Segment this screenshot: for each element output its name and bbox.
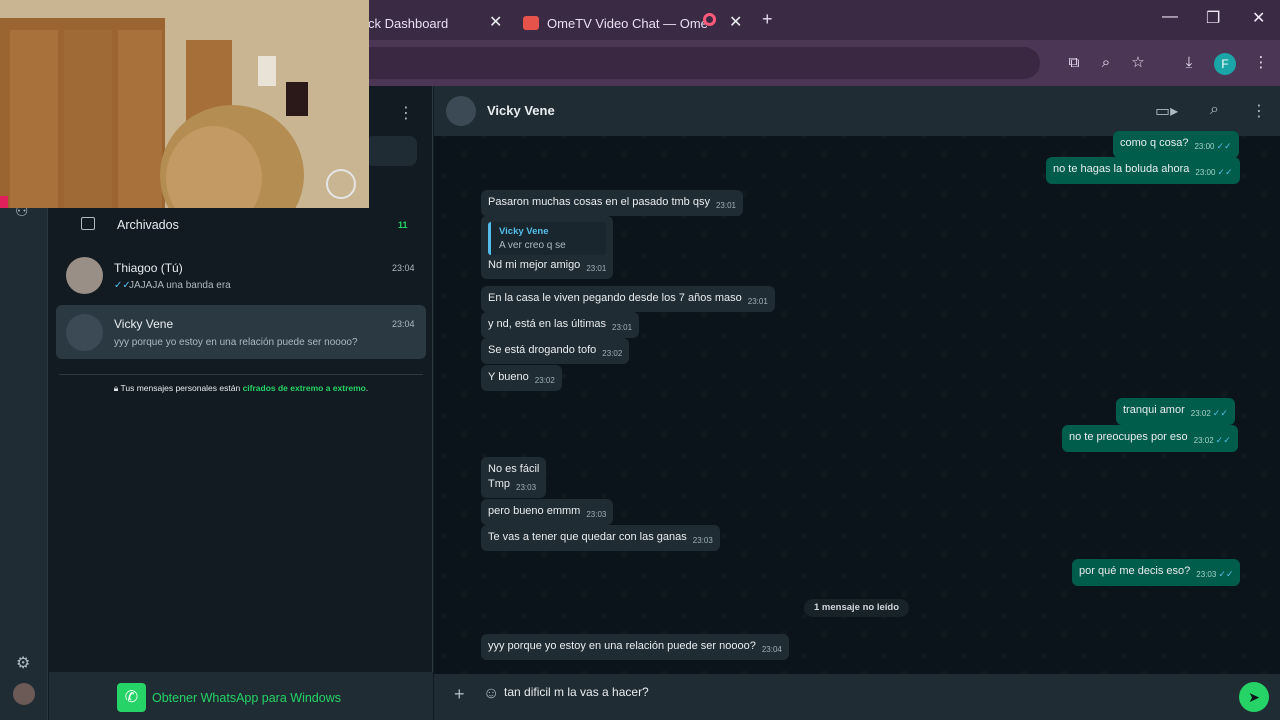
tab-ometv[interactable]: OmeTV Video Chat — Ome xyxy=(523,6,708,40)
message-incoming[interactable]: y nd, está en las últimas 23:01 xyxy=(481,312,640,338)
get-app-label: Obtener WhatsApp para Windows xyxy=(152,691,341,705)
message-incoming[interactable]: Te vas a tener que quedar con las ganas 2… xyxy=(481,525,720,551)
read-ticks-icon: ✓✓ xyxy=(1218,569,1234,579)
message-incoming[interactable]: Y bueno 23:02 xyxy=(481,365,562,391)
read-ticks-icon: ✓✓ xyxy=(1217,167,1233,177)
read-ticks-icon: ✓✓ xyxy=(1215,435,1231,445)
message-outgoing[interactable]: tranqui amor 23:02 ✓✓ xyxy=(1116,398,1235,425)
archived-count: 11 xyxy=(398,220,408,230)
webcam-overlay xyxy=(0,0,369,208)
url-field[interactable] xyxy=(300,47,1040,79)
window-close-icon[interactable]: ✕ xyxy=(1252,8,1265,28)
message-incoming[interactable]: Vicky Vene A ver creo q se Nd mi mejor a… xyxy=(481,216,614,279)
chat-preview: yyy porque yo estoy en una relación pued… xyxy=(114,337,358,348)
read-ticks-icon: ✓✓ xyxy=(1216,141,1232,151)
whatsapp-icon: ✆ xyxy=(117,683,146,712)
message-outgoing[interactable]: por qué me decis eso? 23:03 ✓✓ xyxy=(1072,559,1241,586)
message-incoming[interactable]: Se está drogando tofo 23:02 xyxy=(481,338,630,364)
menu-dots-icon[interactable]: ⋮ xyxy=(398,103,414,123)
message-input[interactable]: tan dificil m la vas a hacer? xyxy=(504,685,649,699)
chat-name: Thiagoo (Tú) xyxy=(114,261,183,275)
read-ticks-icon: ✓✓ xyxy=(1212,408,1228,418)
message-incoming[interactable]: En la casa le viven pegando desde los 7 … xyxy=(481,286,775,312)
quoted-message[interactable]: Vicky Vene A ver creo q se xyxy=(488,222,607,255)
close-tab-icon[interactable]: ✕ xyxy=(729,12,742,32)
archive-icon xyxy=(81,217,95,230)
message-composer: + ☺ tan dificil m la vas a hacer? ➤ xyxy=(434,674,1280,720)
tab-title: ck Dashboard xyxy=(368,15,449,31)
tab-title: OmeTV Video Chat — Ome xyxy=(547,15,708,31)
search-icon[interactable]: ⌕ xyxy=(1210,101,1219,119)
minimize-icon[interactable]: — xyxy=(1162,8,1178,26)
zoom-icon[interactable]: ⌕ xyxy=(1097,54,1115,72)
chat-item-vicky[interactable]: Vicky Vene 23:04 yyy porque yo estoy en … xyxy=(56,305,426,359)
new-tab-icon[interactable]: + xyxy=(762,9,773,30)
message-incoming[interactable]: Pasaron muchas cosas en el pasado tmb qs… xyxy=(481,190,743,216)
conversation-panel: Vicky Vene ▭▸ ⌕ ⋮ como q cosa? 23:00 ✓✓ no… xyxy=(434,86,1280,720)
avatar xyxy=(66,314,103,351)
divider xyxy=(59,374,423,375)
unread-divider: 1 mensaje no leído xyxy=(804,599,909,617)
encryption-link[interactable]: cifrados de extremo a extremo xyxy=(243,383,366,393)
chat-item-thiagoo[interactable]: Thiagoo (Tú) 23:04 ✓✓ JAJAJA una banda e… xyxy=(56,252,426,304)
close-tab-icon[interactable]: ✕ xyxy=(489,12,502,32)
send-icon[interactable]: ➤ xyxy=(1239,682,1269,712)
emoji-icon[interactable]: ☺ xyxy=(483,685,499,703)
tab-dashboard[interactable]: ck Dashboard xyxy=(368,6,448,40)
chat-preview: JAJAJA una banda era xyxy=(129,280,231,291)
restore-icon[interactable]: ❐ xyxy=(1206,8,1220,28)
video-call-icon[interactable]: ▭▸ xyxy=(1155,101,1178,121)
archived-row[interactable]: Archivados 11 xyxy=(49,210,433,240)
avatar[interactable] xyxy=(446,96,476,126)
contact-name[interactable]: Vicky Vene xyxy=(487,103,555,118)
star-icon[interactable]: ☆ xyxy=(1129,54,1147,72)
plus-icon[interactable]: + xyxy=(454,684,465,705)
message-incoming[interactable]: No es fácil Tmp 23:03 xyxy=(481,457,547,498)
recording-icon xyxy=(703,13,716,26)
message-outgoing[interactable]: no te hagas la boluda ahora 23:00 ✓✓ xyxy=(1046,157,1240,184)
chat-header[interactable]: Vicky Vene ▭▸ ⌕ ⋮ xyxy=(434,86,1280,136)
ometv-favicon-icon xyxy=(523,16,539,30)
menu-dots-icon[interactable]: ⋮ xyxy=(1252,54,1270,72)
settings-icon[interactable]: ⚙ xyxy=(16,653,30,673)
menu-dots-icon[interactable]: ⋮ xyxy=(1251,101,1267,121)
chat-time: 23:04 xyxy=(392,319,415,329)
message-outgoing[interactable]: no te preocupes por eso 23:02 ✓✓ xyxy=(1062,425,1238,452)
avatar xyxy=(66,257,103,294)
download-icon[interactable]: ⤓ xyxy=(1180,54,1198,72)
archived-label: Archivados xyxy=(117,218,179,232)
message-outgoing[interactable]: como q cosa? 23:00 ✓✓ xyxy=(1113,131,1239,158)
lock-icon: 🔒︎ xyxy=(113,383,119,393)
encryption-notice: 🔒︎ Tus mensajes personales están cifrado… xyxy=(113,383,369,393)
chat-name: Vicky Vene xyxy=(114,317,174,331)
search-input[interactable] xyxy=(365,136,417,166)
avatar[interactable] xyxy=(13,683,35,705)
install-app-icon[interactable]: ⧉ xyxy=(1065,54,1083,72)
profile-avatar[interactable]: F xyxy=(1214,53,1236,75)
message-incoming[interactable]: yyy porque yo estoy en una relación pued… xyxy=(481,634,789,660)
chat-time: 23:04 xyxy=(392,263,415,273)
get-app-banner[interactable]: ✆ Obtener WhatsApp para Windows xyxy=(49,672,433,720)
webcam-feed xyxy=(0,0,369,208)
message-incoming[interactable]: pero bueno emmm 23:03 xyxy=(481,499,614,525)
